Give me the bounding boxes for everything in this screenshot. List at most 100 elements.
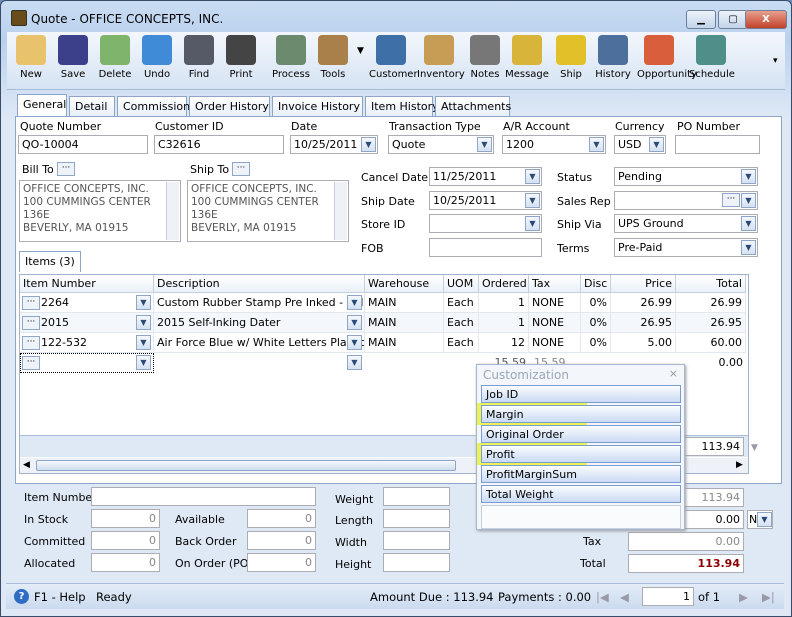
tab-items[interactable]: Items (3) (19, 251, 81, 272)
table-row[interactable]: 122-532 Air Force Blue w/ White Letters P… (20, 333, 746, 353)
toolbar-process-button[interactable]: Process (269, 35, 313, 80)
item-lookup-button[interactable]: ··· (22, 316, 40, 330)
chevron-down-icon[interactable]: ▼ (649, 137, 664, 152)
bill-to-address[interactable]: OFFICE CONCEPTS, INC. 100 CUMMINGS CENTER… (19, 180, 181, 242)
po-number-input[interactable] (675, 135, 760, 154)
customer-id-input[interactable]: C32616 (154, 135, 284, 154)
cell-tax[interactable]: NONE (529, 333, 581, 353)
chevron-down-icon[interactable]: ▼ (741, 193, 756, 208)
width-input[interactable] (383, 531, 450, 550)
toolbar-delete-button[interactable]: Delete (93, 35, 137, 80)
close-button[interactable]: X (745, 10, 787, 29)
toolbar-undo-button[interactable]: Undo (135, 35, 179, 80)
tab-invoice-history[interactable]: Invoice History (272, 96, 363, 117)
cell-warehouse[interactable]: MAIN (365, 293, 444, 313)
first-page-icon[interactable]: |◀ (596, 590, 609, 604)
column-header-uom[interactable]: UOM (444, 275, 479, 293)
next-page-icon[interactable]: ▶ (739, 590, 748, 604)
close-icon[interactable]: × (669, 367, 678, 380)
ship-to-lookup-button[interactable]: ··· (232, 162, 250, 176)
chevron-down-icon[interactable]: ▼ (477, 137, 492, 152)
help-icon[interactable]: ? (14, 589, 29, 604)
column-header-warehouse[interactable]: Warehouse (365, 275, 444, 293)
chevron-down-icon[interactable]: ▼ (347, 315, 362, 330)
cell-item-number[interactable]: 2015 (20, 313, 154, 333)
scrollbar[interactable] (166, 182, 179, 240)
cell-uom[interactable]: Each (444, 293, 479, 313)
tab-detail[interactable]: Detail (69, 96, 115, 117)
ship-to-address[interactable]: OFFICE CONCEPTS, INC. 100 CUMMINGS CENTER… (187, 180, 349, 242)
status-select[interactable]: Pending (614, 167, 758, 186)
scroll-right-icon[interactable]: ▶ (736, 460, 743, 470)
toolbar-print-button[interactable]: Print (219, 35, 263, 80)
toolbar-inventory-button[interactable]: Inventory (417, 35, 465, 80)
length-input[interactable] (383, 509, 450, 528)
cell-disc[interactable]: 0% (581, 313, 611, 333)
tab-item-history[interactable]: Item History (365, 96, 439, 117)
toolbar-save-button[interactable]: Save (51, 35, 95, 80)
toolbar-find-button[interactable]: Find (177, 35, 221, 80)
scrollbar-thumb[interactable] (36, 460, 456, 471)
cell-uom[interactable]: Each (444, 333, 479, 353)
toolbar-history-button[interactable]: History (591, 35, 635, 80)
date-picker-button[interactable]: ▼ (361, 137, 376, 152)
chevron-down-icon[interactable]: ▼ (347, 335, 362, 350)
cell-disc[interactable]: 0% (581, 293, 611, 313)
column-header-tax[interactable]: Tax (529, 275, 581, 293)
cell-ordered[interactable]: 1 (479, 293, 529, 313)
cell-price[interactable]: 26.95 (611, 313, 676, 333)
chevron-down-icon[interactable]: ▼ (741, 169, 756, 184)
maximize-button[interactable]: ▢ (718, 10, 748, 29)
item-lookup-button[interactable]: ··· (22, 336, 40, 350)
last-page-icon[interactable]: ▶| (762, 590, 775, 604)
help-link[interactable]: F1 - Help (34, 590, 86, 604)
customization-field-margin[interactable]: Margin (481, 405, 681, 423)
scroll-down-icon[interactable]: ▼ (751, 443, 758, 453)
item-number-new-input[interactable] (20, 353, 154, 373)
cell-tax[interactable]: NONE (529, 293, 581, 313)
toolbar-message-button[interactable]: Message (505, 35, 549, 80)
cell-ordered[interactable]: 12 (479, 333, 529, 353)
column-header-price[interactable]: Price (611, 275, 676, 293)
column-header-description[interactable]: Description (154, 275, 365, 293)
item-lookup-button[interactable]: ··· (22, 356, 40, 370)
cell-price[interactable]: 5.00 (611, 333, 676, 353)
tab-attachments[interactable]: Attachments (435, 96, 511, 117)
column-header-disc[interactable]: Disc (581, 275, 611, 293)
customization-field-original-order[interactable]: Original Order (481, 425, 681, 443)
cell-tax[interactable]: NONE (529, 313, 581, 333)
bill-to-lookup-button[interactable]: ··· (57, 162, 75, 176)
chevron-down-icon[interactable]: ▼ (347, 355, 362, 370)
toolbar-new-button[interactable]: New (9, 35, 53, 80)
fob-input[interactable] (429, 238, 542, 257)
cell-item-number[interactable]: 2264 (20, 293, 154, 313)
tab-order-history[interactable]: Order History (189, 96, 270, 117)
toolbar-ship-button[interactable]: Ship (549, 35, 593, 80)
chevron-down-icon[interactable]: ▼ (347, 295, 362, 310)
cell-disc[interactable]: 0% (581, 333, 611, 353)
chevron-down-icon[interactable]: ▼ (136, 335, 151, 350)
chevron-down-icon[interactable]: ▼ (589, 137, 604, 152)
date-picker-button[interactable]: ▼ (525, 169, 540, 184)
toolbar-notes-button[interactable]: Notes (463, 35, 507, 80)
chevron-down-icon[interactable]: ▼ (757, 512, 772, 527)
customization-field-profitmarginsum[interactable]: ProfitMarginSum (481, 465, 681, 483)
cell-price[interactable]: 26.99 (611, 293, 676, 313)
tab-general[interactable]: General (17, 94, 67, 118)
table-row[interactable]: 2264 Custom Rubber Stamp Pre Inked - PSI … (20, 293, 746, 313)
minimize-button[interactable]: ▁ (686, 10, 716, 29)
chevron-down-icon[interactable]: ▼ (741, 216, 756, 231)
cell-warehouse[interactable]: MAIN (365, 333, 444, 353)
terms-select[interactable]: Pre-Paid (614, 238, 758, 257)
column-header-total[interactable]: Total (676, 275, 746, 293)
column-header-item-number[interactable]: Item Number (20, 275, 154, 293)
chevron-down-icon[interactable]: ▼ (136, 315, 151, 330)
ship-via-select[interactable]: UPS Ground (614, 214, 758, 233)
scrollbar[interactable] (334, 182, 347, 240)
cell-total[interactable]: 26.99 (676, 293, 746, 313)
page-input[interactable]: 1 (642, 587, 694, 606)
column-header-ordered[interactable]: Ordered (479, 275, 529, 293)
scroll-left-icon[interactable]: ◀ (23, 460, 30, 470)
chevron-down-icon[interactable]: ▼ (136, 355, 151, 370)
tab-commission[interactable]: Commission (117, 96, 190, 117)
